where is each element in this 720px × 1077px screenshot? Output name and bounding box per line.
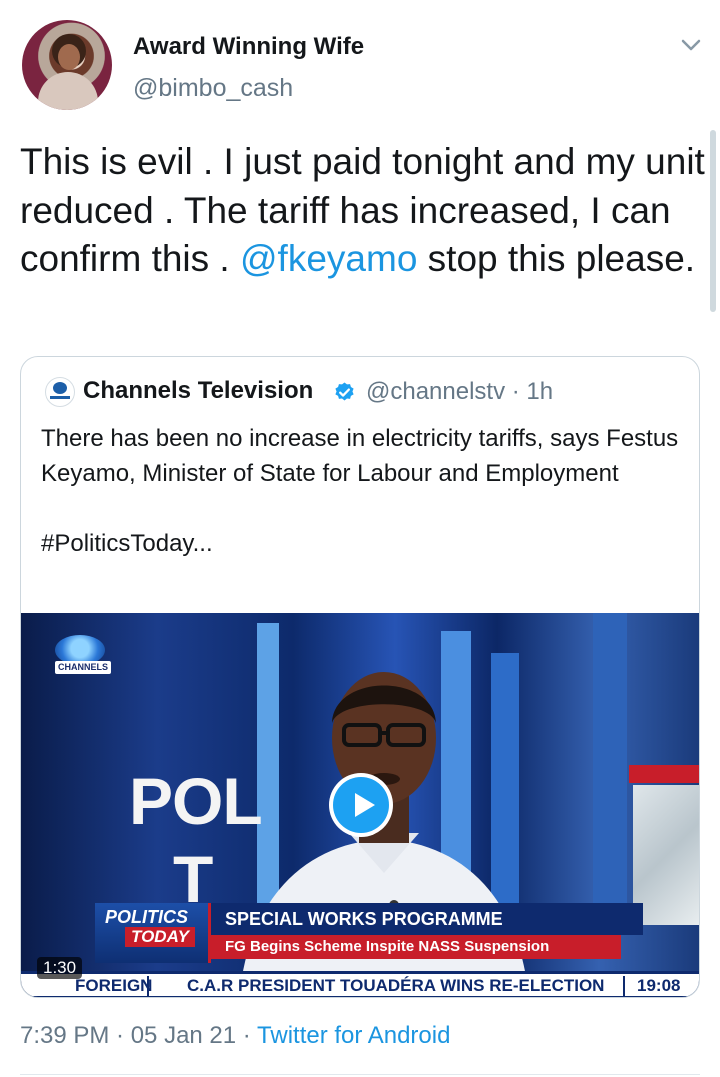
tweet-source-link[interactable]: Twitter for Android — [257, 1022, 450, 1049]
play-icon — [333, 777, 389, 833]
ticker-text: C.A.R PRESIDENT TOUADÉRA WINS RE-ELECTIO… — [187, 976, 605, 995]
author-avatar[interactable] — [22, 20, 112, 110]
tweet-meta: 7:39 PM · 05 Jan 21 · Twitter for Androi… — [20, 1022, 450, 1050]
video-player[interactable]: CHANNELS POL T POLITICS TODAY SPECIAL WO… — [21, 613, 699, 997]
quoted-tweet-card[interactable]: Channels Television @channelstv · 1h The… — [20, 356, 700, 998]
logo-text-bottom: TODAY — [125, 927, 195, 947]
logo-text-top: POLITICS — [105, 907, 189, 927]
channels-avatar[interactable] — [45, 377, 75, 407]
studio-light — [593, 613, 627, 913]
mention-link[interactable]: @fkeyamo — [240, 238, 417, 279]
news-ticker: FOREIGN C.A.R PRESIDENT TOUADÉRA WINS RE… — [21, 971, 699, 997]
avatar-face — [58, 44, 80, 70]
quoted-text-body: There has been no increase in electricit… — [41, 425, 679, 487]
video-duration: 1:30 — [37, 957, 83, 979]
quoted-hashtag: #PoliticsToday... — [41, 530, 213, 557]
chevron-down-icon[interactable] — [676, 30, 706, 60]
studio-red-panel — [629, 765, 699, 783]
scrollbar-thumb[interactable] — [710, 130, 716, 312]
play-button[interactable] — [329, 773, 393, 837]
channels-tag: CHANNELS — [55, 661, 111, 674]
ticker-time: 19:08 — [637, 976, 681, 995]
ticker-divider — [623, 976, 625, 996]
lower-third-subheadline: FG Begins Scheme Inspite NASS Suspension — [211, 935, 621, 959]
author-display-name[interactable]: Award Winning Wife — [133, 33, 364, 61]
avatar-figure — [38, 72, 98, 110]
tweet-text-after: stop this please. — [417, 238, 696, 279]
tweet-text: This is evil . I just paid tonight and m… — [20, 138, 710, 284]
divider — [20, 1074, 700, 1075]
lower-third-banner: POLITICS TODAY SPECIAL WORKS PROGRAMME F… — [95, 903, 643, 963]
studio-marble-panel — [633, 785, 699, 925]
author-handle[interactable]: @bimbo_cash — [133, 74, 293, 103]
quoted-author-name[interactable]: Channels Television — [83, 377, 313, 405]
tweet-timestamp[interactable]: 7:39 PM · 05 Jan 21 · — [20, 1022, 257, 1049]
verified-badge-icon — [335, 382, 354, 401]
ticker-label: FOREIGN — [75, 976, 153, 995]
ticker-divider — [147, 976, 149, 996]
quoted-tweet-text: There has been no increase in electricit… — [41, 421, 686, 561]
quoted-handle-time: @channelstv · 1h — [366, 378, 554, 405]
politics-today-logo: POLITICS TODAY — [95, 903, 211, 963]
lower-third-headline: SPECIAL WORKS PROGRAMME — [211, 903, 643, 935]
